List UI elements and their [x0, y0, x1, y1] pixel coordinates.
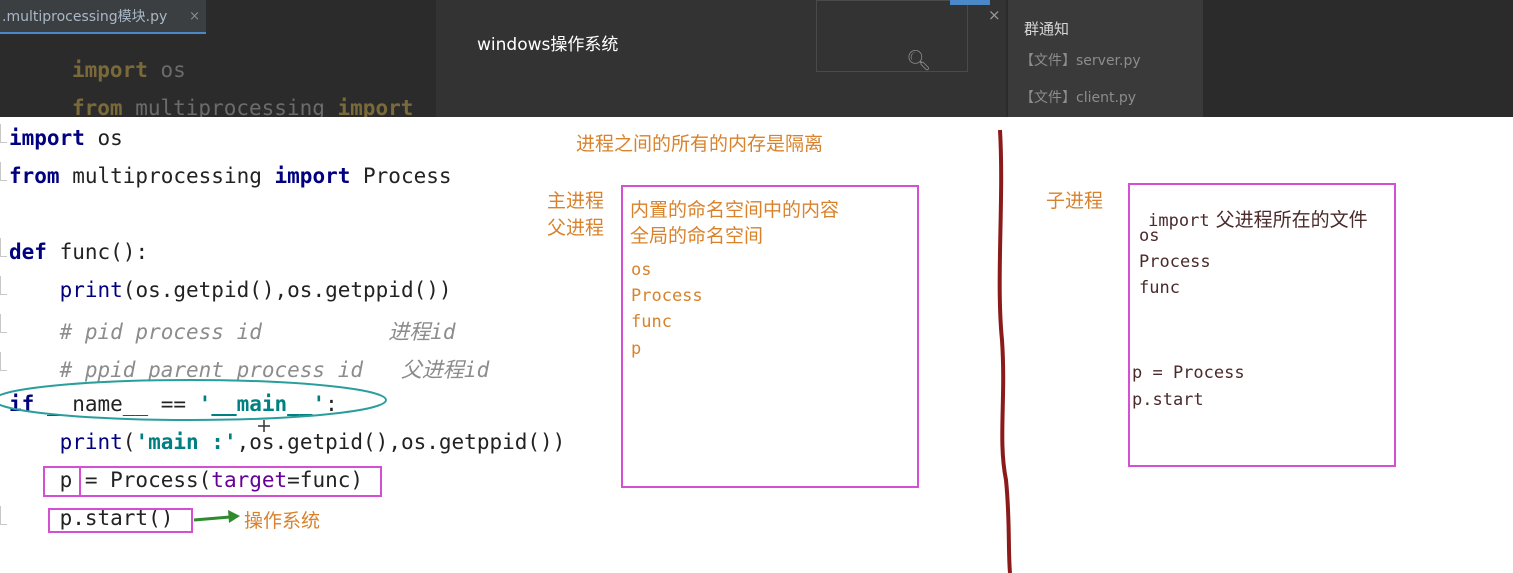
parent-name-item: func — [631, 312, 672, 332]
child-box-header: import 父进程所在的文件 — [1148, 209, 1368, 231]
start-call-box — [48, 508, 193, 533]
child-name-item: func — [1139, 278, 1180, 298]
child-name-item: Process — [1139, 252, 1211, 272]
main-process-label: 主进程 — [547, 190, 605, 212]
process-divider-line — [997, 129, 1012, 573]
child-extra-item: p.start — [1132, 390, 1204, 410]
parent-name-item: p — [631, 339, 642, 359]
parent-box-line2: 全局的命名空间 — [630, 225, 764, 247]
arrow-line — [193, 515, 231, 522]
parent-name-item: Process — [631, 286, 703, 306]
child-name-item: os — [1139, 226, 1160, 246]
isolation-note: 进程之间的所有的内存是隔离 — [576, 133, 824, 155]
os-label: 操作系统 — [244, 510, 321, 532]
main-guard-highlight-ellipse — [0, 379, 387, 421]
process-create-box — [43, 466, 382, 497]
arrow-head — [228, 510, 240, 523]
cursor-crosshair — [258, 420, 270, 432]
parent-name-item: os — [631, 260, 652, 280]
child-extra-item: p = Process — [1132, 363, 1245, 383]
parent-process-label: 父进程 — [547, 217, 605, 239]
child-process-label: 子进程 — [1046, 190, 1104, 212]
p-variable-box — [43, 466, 81, 497]
parent-box-line1: 内置的命名空间中的内容 — [630, 199, 840, 221]
